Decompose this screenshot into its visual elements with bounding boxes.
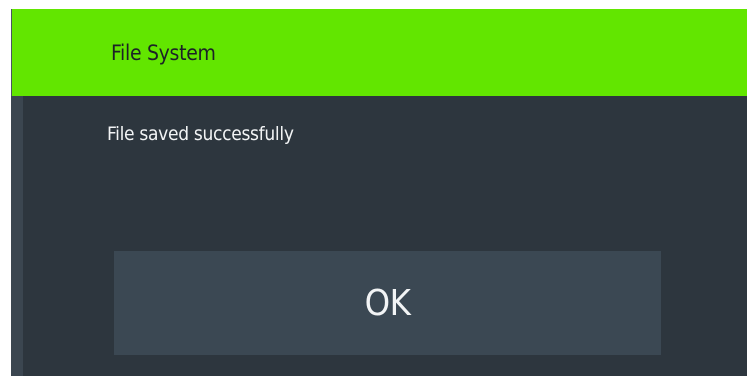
dialog-title: File System: [111, 41, 216, 65]
ok-button-label: OK: [364, 282, 411, 324]
dialog-left-border: [11, 96, 23, 376]
dialog-header: File System: [12, 9, 747, 96]
file-system-dialog: File System File saved successfully OK: [11, 9, 747, 376]
dialog-message: File saved successfully: [107, 123, 294, 145]
ok-button[interactable]: OK: [114, 251, 661, 355]
